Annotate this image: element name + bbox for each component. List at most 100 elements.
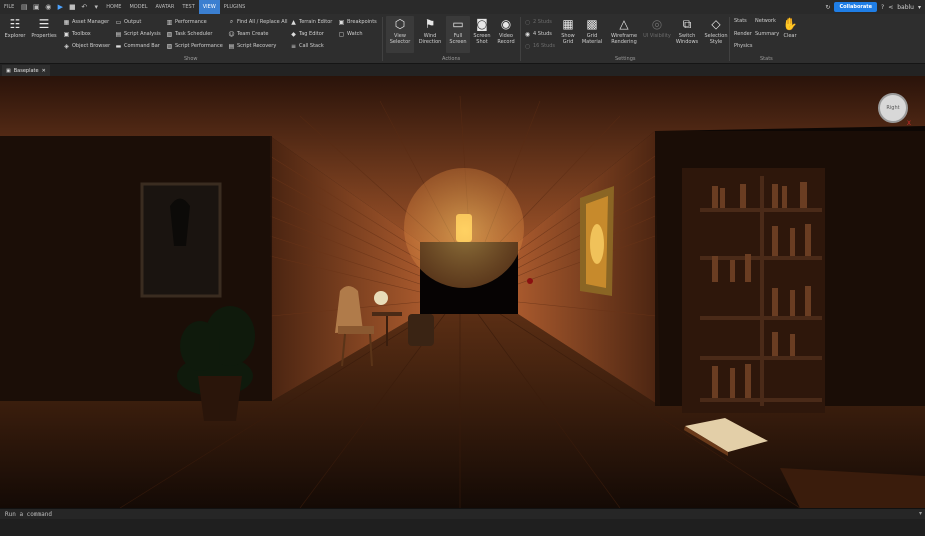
video-record-button[interactable]: ◉ Video Record <box>494 16 518 45</box>
tag-icon: ◆ <box>291 30 296 38</box>
document-tab-bar: ▣ Baseplate ✕ <box>0 64 925 76</box>
switch-windows-button[interactable]: ⧉ Switch Windows <box>673 16 701 46</box>
explorer-button[interactable]: ☷ Explorer <box>1 16 29 39</box>
menu-right: ↻ Collaborate ? ⋖ bablu ▾ <box>825 0 921 14</box>
share-icon[interactable]: ⋖ <box>888 4 893 11</box>
ui-visibility-button[interactable]: ◎ UI Visibility <box>642 16 672 39</box>
wireframe-icon: △ <box>619 17 629 31</box>
new-file-icon[interactable]: ▤ <box>20 3 28 11</box>
search-icon: ⌕ <box>229 18 234 25</box>
tab-home[interactable]: HOME <box>102 0 125 14</box>
watch-button[interactable]: ▢ Watch <box>338 30 363 38</box>
close-icon[interactable]: ✕ <box>42 68 46 74</box>
terrain-icon: ▲ <box>291 18 296 26</box>
wind-direction-button[interactable]: ⚑ Wind Direction <box>416 16 444 45</box>
tab-model[interactable]: MODEL <box>125 0 151 14</box>
script-analysis-icon: ▤ <box>115 30 122 38</box>
undo-icon[interactable]: ↶ <box>80 3 88 11</box>
save-icon[interactable]: ▣ <box>32 3 40 11</box>
performance-button[interactable]: ▥ Performance <box>166 18 207 26</box>
document-tab[interactable]: ▣ Baseplate ✕ <box>2 65 50 76</box>
settings-group-label: Settings <box>615 56 636 62</box>
clear-button[interactable]: ✋ Clear <box>778 16 802 39</box>
play-icon[interactable]: ▶ <box>56 3 64 11</box>
actions-group-label: Actions <box>442 56 461 62</box>
network-button[interactable]: Network <box>755 17 776 25</box>
user-name[interactable]: bablu <box>897 4 914 11</box>
camera-icon: ◙ <box>476 17 488 31</box>
switch-windows-icon: ⧉ <box>682 16 692 31</box>
stats-group-label: Stats <box>760 56 773 62</box>
selection-style-button[interactable]: ◇ Selection Style <box>702 16 730 45</box>
tab-plugins[interactable]: PLUGINS <box>220 0 249 14</box>
grid-16-studs-option[interactable]: ○ 16 Studs <box>524 42 555 50</box>
chevron-down-icon[interactable]: ▾ <box>918 4 921 11</box>
file-menu[interactable]: FILE <box>0 0 18 14</box>
help-icon[interactable]: ? <box>881 4 884 11</box>
script-recovery-button[interactable]: ▤ Script Recovery <box>228 42 277 50</box>
radio-icon: ○ <box>524 42 531 50</box>
command-bar: ▾ <box>0 508 925 519</box>
asset-manager-button[interactable]: ▦ Asset Manager <box>63 18 110 26</box>
screen-shot-button[interactable]: ◙ Screen Shot <box>470 16 494 45</box>
game-viewport[interactable]: Right X <box>0 76 925 508</box>
separator <box>382 17 383 61</box>
tab-view[interactable]: VIEW <box>198 0 220 14</box>
status-bar <box>0 519 925 536</box>
view-cube[interactable]: Right <box>878 93 908 123</box>
refresh-icon[interactable]: ↻ <box>825 4 830 11</box>
tab-test[interactable]: TEST <box>178 0 198 14</box>
stop-icon[interactable]: ■ <box>68 3 76 11</box>
script-performance-button[interactable]: ▨ Script Performance <box>166 42 223 50</box>
performance-icon: ▥ <box>166 18 173 26</box>
physics-button[interactable]: Physics <box>734 42 753 50</box>
breakpoints-button[interactable]: ▣ Breakpoints <box>338 18 377 26</box>
watch-icon: ▢ <box>338 30 345 38</box>
chevron-down-icon[interactable]: ▾ <box>919 510 922 517</box>
more-icon[interactable]: ▾ <box>92 3 100 11</box>
full-screen-button[interactable]: ▭ Full Screen <box>446 16 470 53</box>
script-recovery-icon: ▤ <box>228 42 235 50</box>
separator <box>520 17 521 61</box>
asset-manager-icon: ▦ <box>63 18 70 26</box>
call-stack-icon: ≡ <box>290 42 297 50</box>
collaborate-button[interactable]: Collaborate <box>834 2 877 12</box>
properties-button[interactable]: ☰ Properties <box>30 16 58 39</box>
grid-2-studs-option[interactable]: ○ 2 Studs <box>524 18 552 26</box>
output-icon: ▭ <box>115 18 122 26</box>
find-replace-button[interactable]: ⌕ Find All / Replace All <box>228 18 288 26</box>
full-screen-icon: ▭ <box>452 17 464 31</box>
show-grid-button[interactable]: ▦ Show Grid <box>555 16 581 45</box>
grid-4-studs-option[interactable]: ◉ 4 Studs <box>524 30 552 38</box>
selection-style-icon: ◇ <box>711 17 721 31</box>
task-scheduler-button[interactable]: ▧ Task Scheduler <box>166 30 213 38</box>
terrain-editor-button[interactable]: ▲ Terrain Editor <box>290 18 332 26</box>
separator <box>729 17 730 61</box>
document-tab-title: Baseplate <box>13 67 39 74</box>
call-stack-button[interactable]: ≡ Call Stack <box>290 42 324 50</box>
script-analysis-button[interactable]: ▤ Script Analysis <box>115 30 161 38</box>
radio-icon: ○ <box>524 18 531 26</box>
render-button[interactable]: Render <box>734 30 752 38</box>
stats-button[interactable]: Stats <box>734 17 747 25</box>
team-create-button[interactable]: ☺ Team Create <box>228 30 268 38</box>
toolbox-button[interactable]: ▣ Toolbox <box>63 30 91 38</box>
script-performance-icon: ▨ <box>166 42 173 50</box>
toolbox-icon: ▣ <box>63 30 70 38</box>
menu-bar: FILE ▤ ▣ ◉ ▶ ■ ↶ ▾ HOME MODEL AVATAR TES… <box>0 0 925 14</box>
view-cube-label: Right <box>886 105 900 111</box>
video-record-icon: ◉ <box>500 17 512 31</box>
wind-direction-icon: ⚑ <box>424 17 436 31</box>
command-bar-button[interactable]: ▬ Command Bar <box>115 42 160 50</box>
object-browser-button[interactable]: ◈ Object Browser <box>63 42 110 50</box>
command-input[interactable] <box>0 509 900 519</box>
tab-avatar[interactable]: AVATAR <box>152 0 179 14</box>
publish-icon[interactable]: ◉ <box>44 3 52 11</box>
view-selector-button[interactable]: ⬡ View Selector <box>386 16 414 53</box>
command-bar-icon: ▬ <box>115 42 122 50</box>
output-button[interactable]: ▭ Output <box>115 18 142 26</box>
tag-editor-button[interactable]: ◆ Tag Editor <box>290 30 324 38</box>
wireframe-rendering-button[interactable]: △ Wireframe Rendering <box>608 16 640 45</box>
summary-button[interactable]: Summary <box>755 30 779 38</box>
grid-material-button[interactable]: ▩ Grid Material <box>579 16 605 45</box>
